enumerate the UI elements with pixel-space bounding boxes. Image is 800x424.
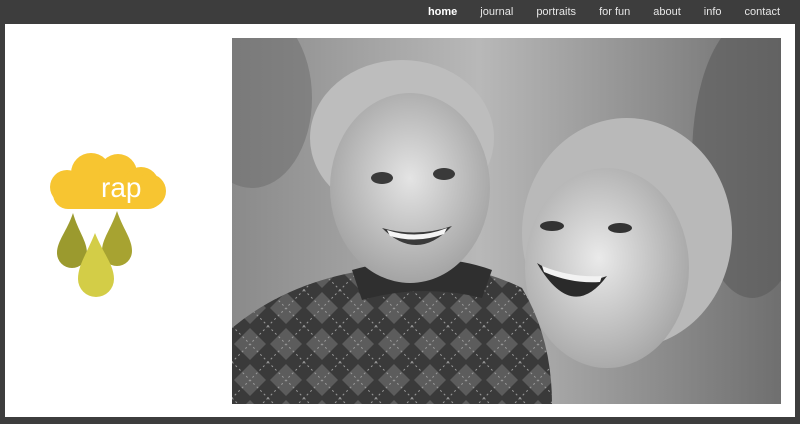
rain-cloud-logo-icon: rap	[50, 153, 166, 297]
logo-text: rap	[101, 172, 141, 203]
nav-for-fun[interactable]: for fun	[599, 6, 630, 18]
hero-photo	[232, 38, 781, 404]
portrait-photo-icon	[232, 38, 781, 404]
content-panel: rap	[5, 24, 795, 417]
site-logo[interactable]: rap	[45, 149, 175, 319]
top-navigation-bar: home journal portraits for fun about inf…	[0, 0, 800, 24]
nav-about[interactable]: about	[653, 6, 681, 18]
nav-info[interactable]: info	[704, 6, 722, 18]
bottom-border	[0, 417, 800, 424]
main-nav: home journal portraits for fun about inf…	[424, 0, 800, 24]
drop-left-icon	[57, 213, 87, 268]
nav-home[interactable]: home	[428, 6, 457, 18]
nav-portraits[interactable]: portraits	[536, 6, 576, 18]
nav-journal[interactable]: journal	[480, 6, 513, 18]
nav-contact[interactable]: contact	[745, 6, 780, 18]
